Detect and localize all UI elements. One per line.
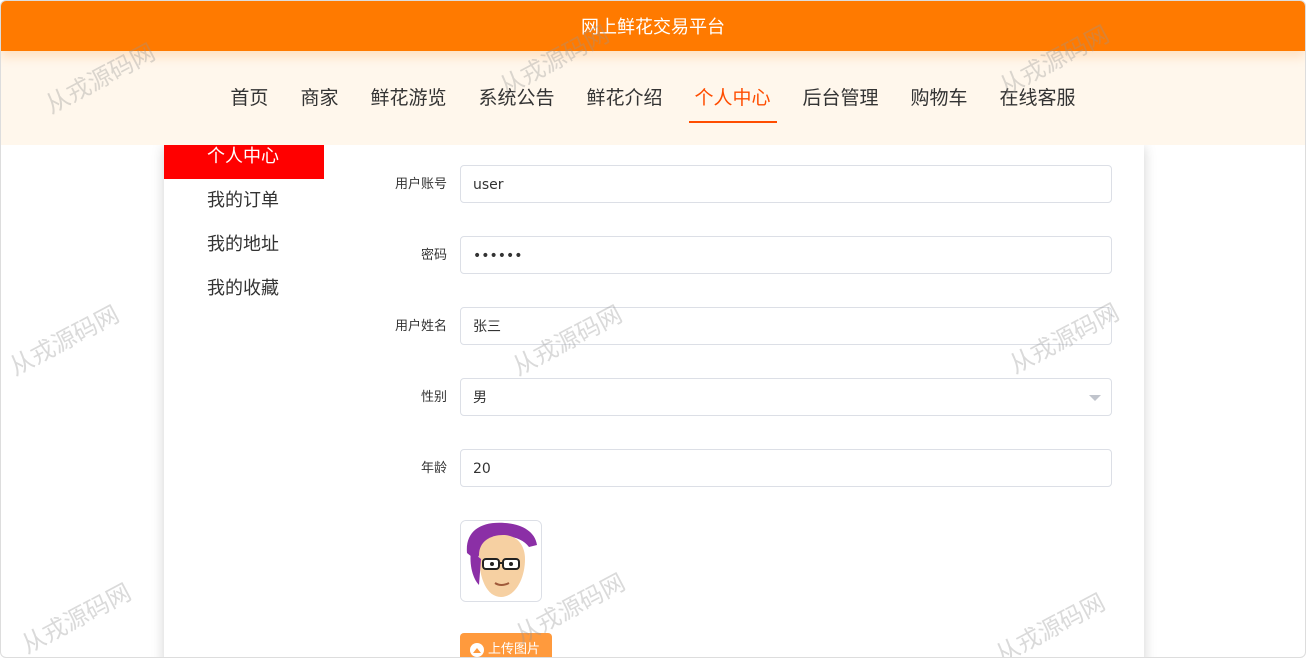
age-input[interactable]: 20 xyxy=(460,449,1112,487)
sidebar-item-personal-center[interactable]: 个人中心 xyxy=(164,145,324,179)
nav-item-announcements[interactable]: 系统公告 xyxy=(462,83,570,113)
nav-item-customer-service[interactable]: 在线客服 xyxy=(984,83,1092,113)
main-nav: 首页 商家 鲜花游览 系统公告 鲜花介绍 个人中心 后台管理 购物车 在线客服 xyxy=(1,51,1305,145)
watermark: 从戎源码网 xyxy=(16,578,136,658)
nav-item-merchants[interactable]: 商家 xyxy=(284,83,354,113)
form-row-account: 用户账号 user xyxy=(364,165,1124,205)
chevron-down-icon xyxy=(1089,395,1101,401)
account-label: 用户账号 xyxy=(394,177,447,192)
form-row-gender: 性别 男 xyxy=(364,378,1124,418)
account-input[interactable]: user xyxy=(460,165,1112,203)
avatar-image[interactable] xyxy=(460,520,542,602)
nav-item-admin[interactable]: 后台管理 xyxy=(787,83,895,113)
watermark: 从戎源码网 xyxy=(4,300,124,382)
gender-select[interactable]: 男 xyxy=(460,378,1112,416)
gender-label: 性别 xyxy=(420,390,447,405)
app-title: 网上鲜花交易平台 xyxy=(581,17,725,38)
nav-item-flower-browse[interactable]: 鲜花游览 xyxy=(354,83,462,113)
sidebar: 个人中心 我的订单 我的地址 我的收藏 xyxy=(164,145,324,311)
name-label: 用户姓名 xyxy=(394,319,447,334)
sidebar-item-my-addresses[interactable]: 我的地址 xyxy=(164,223,324,267)
name-input[interactable]: 张三 xyxy=(460,307,1112,345)
form-row-password: 密码 •••••• xyxy=(364,236,1124,276)
app-window: 网上鲜花交易平台 首页 商家 鲜花游览 系统公告 鲜花介绍 个人中心 后台管理 … xyxy=(0,0,1306,658)
form-row-age: 年龄 20 xyxy=(364,449,1124,489)
upload-label: 上传图片 xyxy=(488,642,541,657)
nav-item-home[interactable]: 首页 xyxy=(214,83,284,113)
password-label: 密码 xyxy=(420,248,447,263)
profile-card: 个人中心 我的订单 我的地址 我的收藏 用户账号 user 密码 •••••• … xyxy=(164,145,1144,657)
nav-item-flower-intro[interactable]: 鲜花介绍 xyxy=(570,83,678,113)
upload-image-button[interactable]: 上传图片 xyxy=(460,633,552,657)
app-title-bar: 网上鲜花交易平台 xyxy=(1,1,1305,51)
age-label: 年龄 xyxy=(420,461,447,476)
gender-value: 男 xyxy=(473,390,487,406)
sidebar-item-my-favorites[interactable]: 我的收藏 xyxy=(164,267,324,311)
form-row-name: 用户姓名 张三 xyxy=(364,307,1124,347)
avatar-icon xyxy=(461,521,541,601)
nav-item-cart[interactable]: 购物车 xyxy=(895,83,984,113)
upload-icon xyxy=(470,643,484,657)
password-input[interactable]: •••••• xyxy=(460,236,1112,274)
sidebar-item-my-orders[interactable]: 我的订单 xyxy=(164,179,324,223)
nav-item-personal-center[interactable]: 个人中心 xyxy=(679,83,787,123)
